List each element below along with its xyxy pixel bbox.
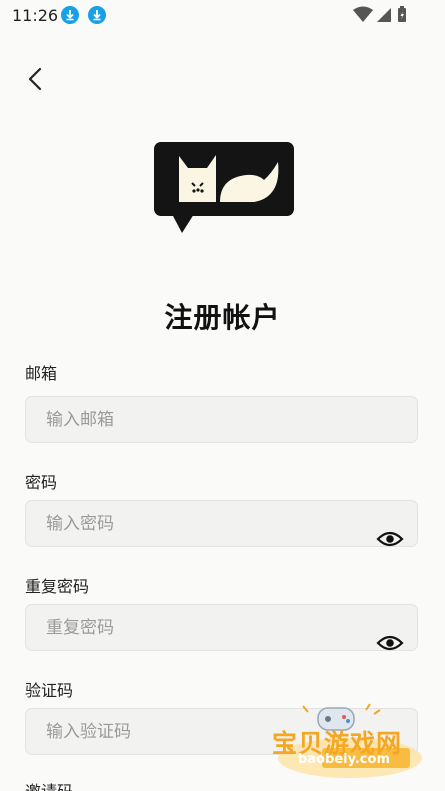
password-label: 密码 xyxy=(25,473,58,492)
download-icon xyxy=(88,6,106,24)
register-screen: 11:26 注册帐户 邮箱 输入邮箱 密码 重复密码 验证码 输入验证码 宝贝游… xyxy=(0,0,445,791)
eye-icon[interactable] xyxy=(376,633,404,653)
page-title: 注册帐户 xyxy=(164,301,281,334)
signal-icon xyxy=(377,8,391,22)
confirm-password-input[interactable] xyxy=(25,604,418,651)
email-label: 邮箱 xyxy=(25,364,58,383)
status-time: 11:26 xyxy=(12,6,59,25)
download-icon xyxy=(61,6,79,24)
back-button[interactable] xyxy=(22,64,50,94)
system-status-icons xyxy=(353,6,406,22)
password-input[interactable] xyxy=(25,500,418,547)
code-label: 验证码 xyxy=(25,681,74,700)
email-input[interactable] xyxy=(25,396,418,443)
eye-icon[interactable] xyxy=(376,529,404,549)
cat-chat-bubble-logo xyxy=(154,142,294,233)
status-bar: 11:26 xyxy=(0,0,445,30)
confirm-password-label: 重复密码 xyxy=(25,577,90,596)
wifi-icon xyxy=(353,6,373,22)
watermark-url: baobeiy.com xyxy=(298,752,390,767)
invite-code-label: 邀请码 xyxy=(25,778,73,791)
chevron-left-icon xyxy=(28,67,42,91)
battery-icon xyxy=(398,6,406,22)
